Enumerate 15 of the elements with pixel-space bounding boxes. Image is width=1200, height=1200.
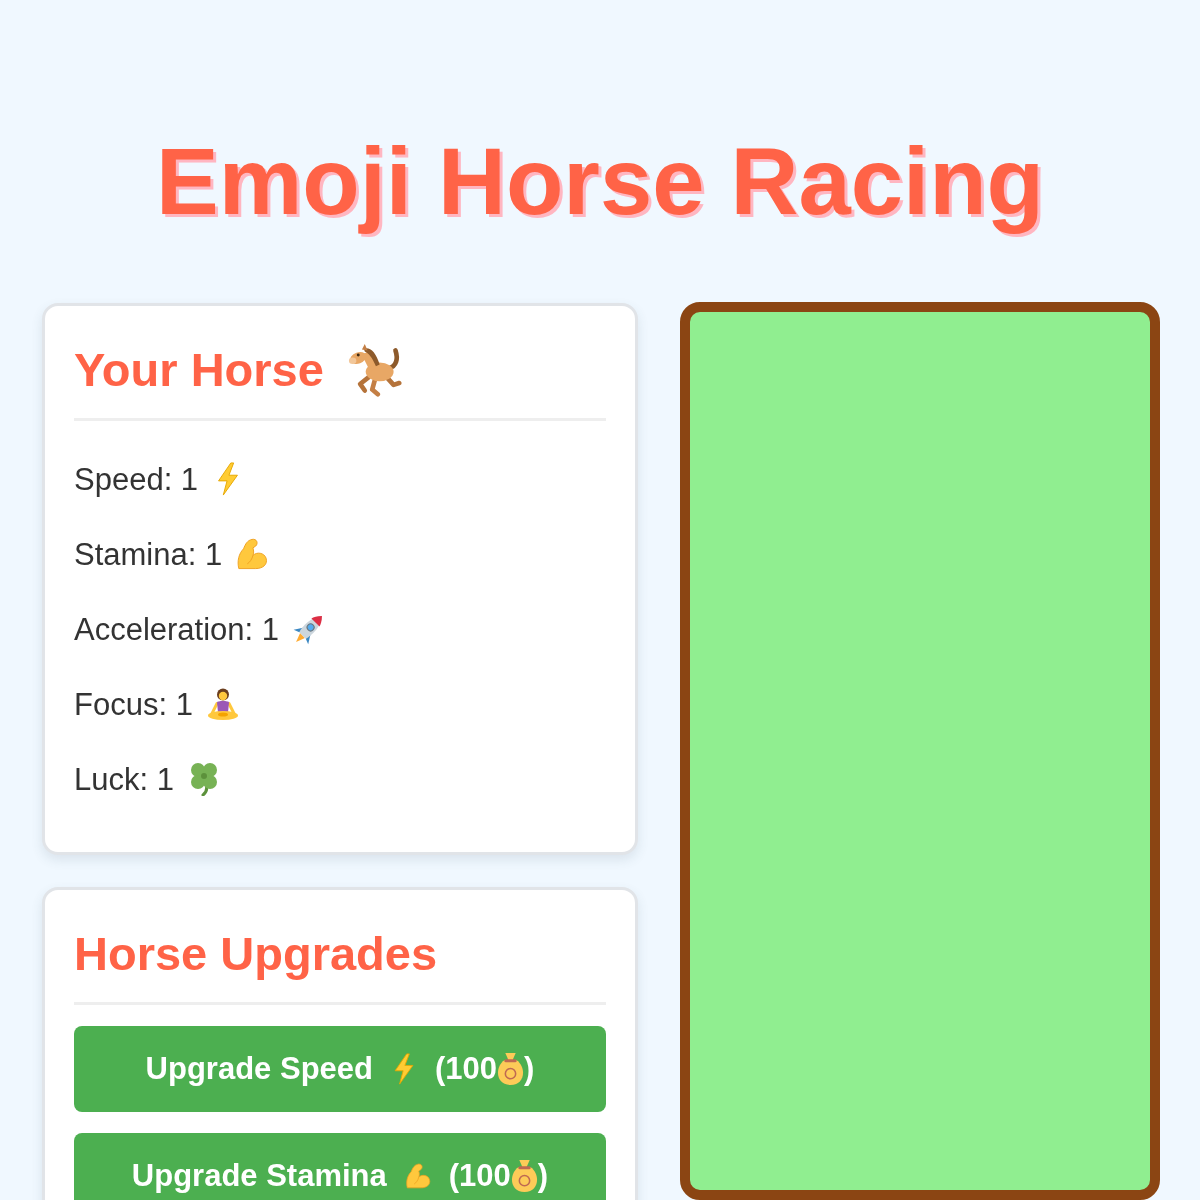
page-title: Emoji Horse Racing (156, 128, 1044, 236)
stat-label: Stamina: 1 (74, 535, 223, 573)
money-bag-icon (497, 1052, 525, 1085)
money-bag-icon (510, 1159, 538, 1192)
card-title: Horse Upgrades (74, 925, 438, 982)
stat-label: Focus: 1 (74, 685, 193, 723)
upgrade-button[interactable]: Upgrade Stamina (100 ) (74, 1132, 606, 1200)
meditating-person-icon (206, 687, 239, 722)
stat-label: Acceleration: 1 (74, 610, 280, 648)
stat-label: Luck: 1 (74, 760, 174, 798)
horse-icon (347, 342, 402, 397)
stat-label: Speed: 1 (74, 460, 199, 498)
upgrade-button[interactable]: Upgrade Speed (100 ) (74, 1025, 606, 1112)
card-title: Your Horse (74, 341, 324, 398)
flexed-arm-icon (236, 537, 269, 572)
